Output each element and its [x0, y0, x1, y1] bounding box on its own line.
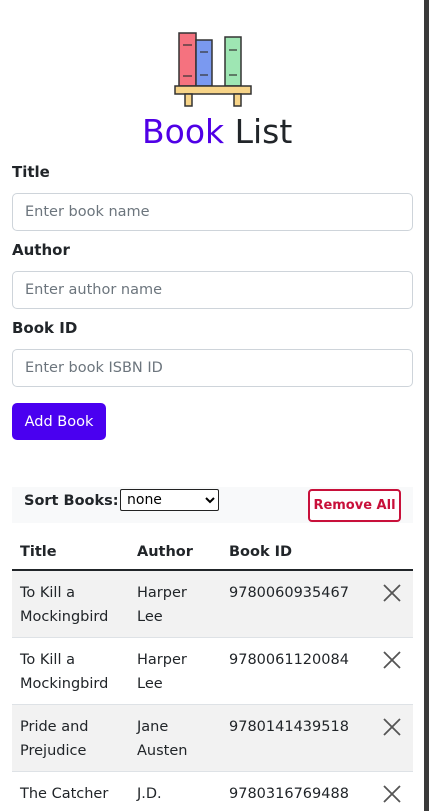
books-table: Title Author Book ID To Kill a Mockingbi…	[12, 534, 413, 811]
cell-author: Harper Lee	[129, 637, 221, 705]
table-row: To Kill a Mockingbird Harper Lee 9780060…	[12, 570, 413, 638]
author-input[interactable]	[12, 271, 413, 309]
header-author: Author	[129, 534, 221, 571]
sort-select[interactable]: none	[120, 489, 219, 511]
add-book-button[interactable]: Add Book	[12, 403, 106, 440]
sort-label: Sort Books:	[24, 493, 119, 509]
cell-author: Jane Austen	[129, 704, 221, 772]
cell-book-id: 9780060935467	[221, 570, 373, 638]
sort-bar: Sort Books: none Remove All	[12, 487, 413, 523]
header-actions	[373, 534, 413, 571]
cell-title: To Kill a Mockingbird	[12, 637, 129, 705]
cell-title: To Kill a Mockingbird	[12, 570, 129, 638]
cell-title: The Catcher in the Rye	[12, 771, 129, 811]
cell-title: Pride and Prejudice	[12, 704, 129, 772]
remove-all-button[interactable]: Remove All	[308, 489, 401, 522]
close-icon[interactable]	[381, 582, 403, 604]
app-title-accent: Book	[142, 112, 225, 151]
cell-book-id: 9780141439518	[221, 704, 373, 772]
cell-book-id: 9780316769488	[221, 771, 373, 811]
cell-book-id: 9780061120084	[221, 637, 373, 705]
header-book-id: Book ID	[221, 534, 373, 571]
book-id-label: Book ID	[12, 319, 78, 337]
app-title: Book List	[142, 112, 312, 151]
book-id-input[interactable]	[12, 349, 413, 387]
close-icon[interactable]	[381, 649, 403, 671]
close-icon[interactable]	[381, 716, 403, 738]
title-label: Title	[12, 163, 50, 181]
app-title-rest: List	[224, 112, 293, 151]
author-label: Author	[12, 241, 70, 259]
table-row: Pride and Prejudice Jane Austen 97801414…	[12, 704, 413, 772]
scrollbar[interactable]	[424, 0, 429, 811]
table-row: To Kill a Mockingbird Harper Lee 9780061…	[12, 637, 413, 705]
cell-author: J.D. Salinger	[129, 771, 221, 811]
close-icon[interactable]	[381, 783, 403, 805]
table-row: The Catcher in the Rye J.D. Salinger 978…	[12, 771, 413, 811]
cell-author: Harper Lee	[129, 570, 221, 638]
bookshelf-icon	[174, 28, 278, 112]
header-title: Title	[12, 534, 129, 571]
title-input[interactable]	[12, 193, 413, 231]
